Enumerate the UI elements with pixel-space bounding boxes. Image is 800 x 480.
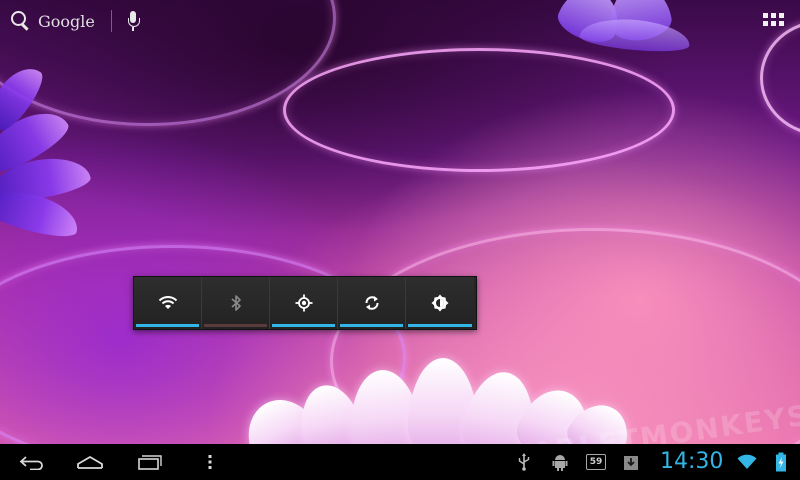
sync-icon	[365, 296, 378, 310]
toggle-brightness-button[interactable]	[406, 277, 474, 329]
wifi-icon	[158, 296, 177, 309]
count-notification[interactable]: 59	[583, 444, 609, 480]
recent-apps-icon	[138, 455, 162, 470]
all-apps-grid-icon[interactable]	[763, 13, 784, 27]
brightness-icon	[431, 294, 449, 312]
home-icon	[77, 455, 103, 469]
battery-charging-icon	[776, 452, 786, 472]
usb-notification[interactable]	[512, 444, 536, 480]
battery-status[interactable]	[770, 444, 792, 480]
download-notification[interactable]	[619, 444, 643, 480]
toggle-sync-button[interactable]	[338, 277, 406, 329]
status-clock[interactable]: 14:30	[660, 449, 723, 474]
wifi-signal-icon	[737, 454, 757, 469]
home-wallpaper: TABLETMONKEYS	[0, 0, 800, 444]
wifi-status[interactable]	[736, 444, 758, 480]
gps-icon	[295, 294, 312, 312]
toggle-gps-button[interactable]	[270, 277, 338, 329]
wallpaper-ring	[760, 20, 800, 136]
notification-count-icon: 59	[586, 454, 606, 470]
google-search-label[interactable]: Google	[38, 12, 95, 31]
wallpaper-ring	[283, 48, 675, 172]
sync-state-indicator	[340, 324, 403, 327]
download-icon	[624, 456, 638, 470]
wifi-state-indicator	[136, 324, 199, 327]
usb-icon	[518, 453, 530, 471]
search-icon[interactable]	[10, 10, 32, 32]
bluetooth-icon	[230, 295, 241, 311]
voice-search-mic-icon[interactable]	[126, 10, 140, 32]
system-navigation-bar: 59 14:30	[0, 444, 800, 480]
gps-state-indicator	[272, 324, 335, 327]
back-button[interactable]	[12, 444, 52, 480]
recent-apps-button[interactable]	[130, 444, 170, 480]
toggle-wifi-button[interactable]	[134, 277, 202, 329]
brightness-state-indicator	[408, 324, 472, 327]
search-divider	[110, 10, 112, 32]
menu-button[interactable]	[200, 444, 220, 480]
google-search-bar[interactable]: Google	[10, 8, 140, 34]
power-control-widget	[133, 276, 477, 330]
home-button[interactable]	[70, 444, 110, 480]
debug-notification[interactable]	[548, 444, 572, 480]
android-debug-icon	[552, 455, 568, 471]
menu-dots-icon	[208, 455, 212, 469]
toggle-bluetooth-button[interactable]	[202, 277, 270, 329]
back-icon	[19, 456, 43, 470]
bluetooth-state-indicator	[204, 324, 267, 327]
